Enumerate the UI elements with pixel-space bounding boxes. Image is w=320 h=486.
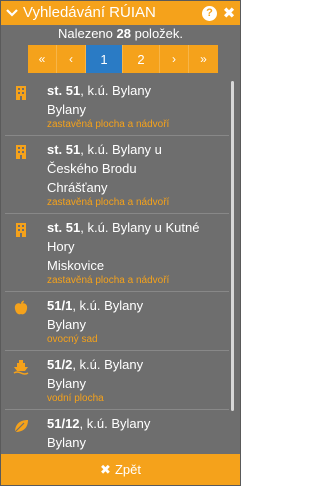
cadastre-name: , k.ú. Bylany u <box>80 142 162 157</box>
results-count-prefix: Nalezeno <box>57 26 117 41</box>
cadastre-name: , k.ú. Bylany <box>72 357 144 372</box>
land-type: zastavěná plocha a nádvoří <box>47 119 170 130</box>
municipality: Bylany <box>47 102 87 117</box>
municipality: Miskovice <box>47 258 105 273</box>
pagination: « ‹ 1 2 › » <box>28 45 218 73</box>
apple-icon <box>14 300 28 315</box>
back-button[interactable]: ✖ Zpět <box>1 454 240 485</box>
land-type: ovocný sad <box>47 334 98 345</box>
result-item[interactable]: 51/12, k.ú. Bylany Bylany <box>5 410 229 453</box>
land-type: zastavěná plocha a nádvoří <box>47 197 170 208</box>
municipality: Bylany <box>47 435 87 450</box>
result-item[interactable]: st. 51, k.ú. Bylany u Kutné Hory Miskovi… <box>5 214 229 292</box>
result-item[interactable]: st. 51, k.ú. Bylany Bylany zastavěná plo… <box>5 77 229 136</box>
parcel-number: 51/1 <box>47 298 73 313</box>
panel-title: Vyhledávání RÚIAN <box>23 4 156 21</box>
page-1-button[interactable]: 1 <box>86 45 123 73</box>
parcel-number: 51/12 <box>47 416 80 431</box>
page-2-button[interactable]: 2 <box>123 45 160 73</box>
last-page-button[interactable]: » <box>189 45 218 73</box>
prev-page-button[interactable]: ‹ <box>57 45 86 73</box>
chevron-down-icon <box>6 9 18 17</box>
search-panel: Vyhledávání RÚIAN ? ✖ Nalezeno 28 polože… <box>0 0 241 486</box>
cadastre-name-cont: Hory <box>47 239 75 254</box>
parcel-number: st. 51 <box>47 220 81 235</box>
cadastre-name: , k.ú. Bylany u Kutné <box>80 220 200 235</box>
close-icon: ✖ <box>100 461 111 477</box>
building-icon <box>16 86 26 100</box>
title-bar: Vyhledávání RÚIAN ? ✖ <box>1 1 240 25</box>
building-icon <box>16 145 26 159</box>
ship-icon <box>13 360 29 375</box>
result-item[interactable]: 51/2, k.ú. Bylany Bylany vodní plocha <box>5 351 229 410</box>
cadastre-name: , k.ú. Bylany <box>80 83 152 98</box>
next-page-button[interactable]: › <box>160 45 189 73</box>
result-item[interactable]: st. 51, k.ú. Bylany u Českého Brodu Chrá… <box>5 136 229 214</box>
results-count-number: 28 <box>116 26 131 41</box>
cadastre-name: , k.ú. Bylany <box>72 298 144 313</box>
municipality: Bylany <box>47 317 87 332</box>
results-count: Nalezeno 28 položek. <box>1 25 240 43</box>
collapse-button[interactable] <box>1 1 23 25</box>
parcel-number: st. 51 <box>47 142 81 157</box>
results-count-suffix: položek. <box>130 26 184 41</box>
land-type: zastavěná plocha a nádvoří <box>47 275 170 286</box>
cadastre-name-cont: Českého Brodu <box>47 161 137 176</box>
municipality: Chrášťany <box>47 180 108 195</box>
results-list: st. 51, k.ú. Bylany Bylany zastavěná plo… <box>5 77 229 453</box>
municipality: Bylany <box>47 376 87 391</box>
building-icon <box>16 223 26 237</box>
first-page-button[interactable]: « <box>28 45 57 73</box>
land-type: vodní plocha <box>47 393 104 404</box>
back-label: Zpět <box>114 462 141 477</box>
parcel-number: st. 51 <box>47 83 81 98</box>
close-button[interactable]: ✖ <box>220 1 238 25</box>
results-scrollbar[interactable] <box>231 81 234 411</box>
leaf-icon <box>14 420 28 433</box>
result-item[interactable]: 51/1, k.ú. Bylany Bylany ovocný sad <box>5 292 229 351</box>
help-button[interactable]: ? <box>202 5 217 21</box>
parcel-number: 51/2 <box>47 357 73 372</box>
cadastre-name: , k.ú. Bylany <box>79 416 151 431</box>
